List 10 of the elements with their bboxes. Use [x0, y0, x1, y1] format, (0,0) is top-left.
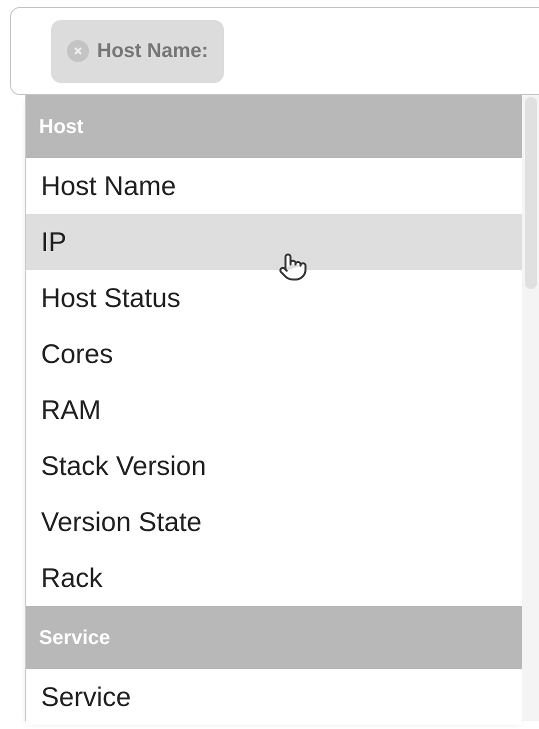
- group-header: Host: [26, 95, 522, 158]
- menu-item[interactable]: Version State: [26, 494, 522, 550]
- chip-label: Host Name:: [97, 39, 208, 64]
- menu-item[interactable]: Cores: [26, 326, 522, 382]
- menu-item[interactable]: Rack: [26, 550, 522, 606]
- menu-item[interactable]: RAM: [26, 382, 522, 438]
- menu-item[interactable]: Stack Version: [26, 438, 522, 494]
- group-header: Service: [26, 606, 522, 669]
- menu-item[interactable]: Host Status: [26, 270, 522, 326]
- menu-item[interactable]: Host Name: [26, 158, 522, 214]
